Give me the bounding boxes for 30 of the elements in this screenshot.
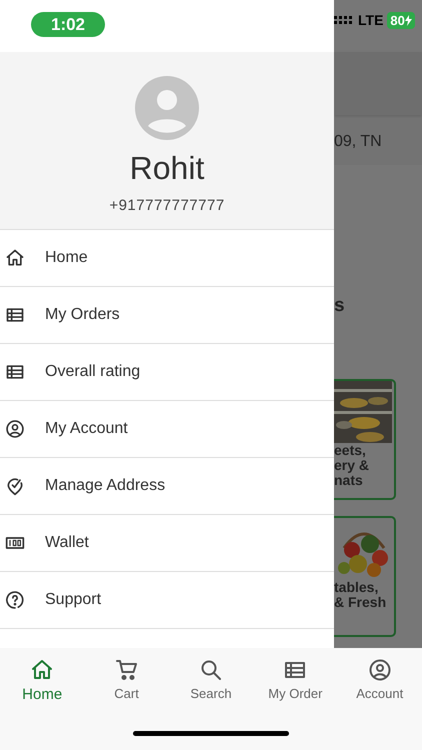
category-label: eets, — [334, 443, 367, 458]
avatar-icon — [135, 76, 199, 140]
category-label: ery & — [334, 458, 370, 473]
category-label: tables, — [334, 580, 380, 595]
signal-icon — [334, 14, 354, 26]
nav-tab[interactable]: Home — [2, 658, 82, 703]
address-bar: 09, TN — [334, 118, 422, 165]
user-phone: +917777777777 — [109, 197, 225, 214]
section-heading: s — [334, 295, 346, 318]
home-icon — [30, 658, 54, 682]
status-time: 1:02 — [31, 12, 105, 37]
category-label: & Fresh — [334, 595, 388, 610]
search-icon — [198, 658, 223, 682]
cart-icon — [114, 658, 139, 682]
nav-tab[interactable]: Cart — [86, 658, 167, 703]
nav-tab[interactable]: My Order — [255, 658, 336, 703]
help-icon — [5, 590, 25, 610]
user-name: Rohit — [130, 150, 204, 187]
nav-tab[interactable]: Account — [340, 658, 420, 703]
home-icon — [5, 248, 25, 268]
nav-tab[interactable]: Search — [170, 658, 251, 703]
account-icon — [5, 419, 25, 439]
account-icon — [368, 658, 392, 682]
category-card[interactable]: tables, & Fresh — [334, 516, 396, 637]
location-pin-icon — [5, 476, 25, 496]
category-label: nats — [334, 473, 364, 488]
battery-percent: 80 — [390, 12, 405, 28]
category-card[interactable]: eets, ery & nats — [334, 379, 396, 500]
bolt-icon — [404, 14, 412, 26]
network-type: LTE — [358, 12, 384, 28]
